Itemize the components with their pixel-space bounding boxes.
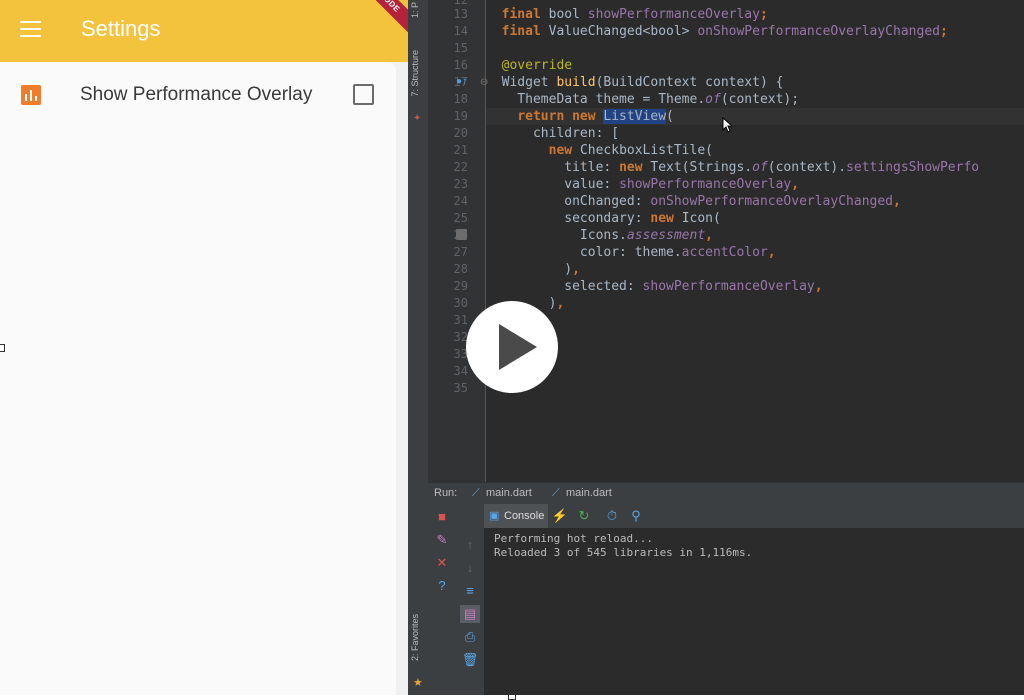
- line-number: 16: [453, 58, 468, 72]
- code-line: ThemeData theme = Theme.of(context);: [501, 92, 800, 107]
- code-line: color: theme.accentColor,: [501, 245, 776, 260]
- code-line: children: [: [501, 126, 620, 141]
- run-toolbar: ■ ✎ ✕ ?: [428, 504, 456, 695]
- menu-icon[interactable]: [20, 21, 41, 38]
- code-line: final bool showPerformanceOverlay;: [501, 7, 768, 22]
- console-icon: ▣: [489, 510, 500, 522]
- checkbox-list-tile[interactable]: Show Performance Overlay: [0, 72, 396, 118]
- line-number: 22: [453, 160, 468, 174]
- run-config-tab[interactable]: main.dart: [486, 487, 532, 499]
- performance-overlay-checkbox[interactable]: [353, 84, 374, 105]
- line-number: 35: [453, 381, 468, 395]
- line-number: 25: [453, 211, 468, 225]
- page-title: Settings: [81, 16, 161, 41]
- restart-icon[interactable]: ↻: [574, 507, 594, 525]
- line-number-gutter: 12 13 14 15 16 17 18 19 20 21 22 23 24 2…: [428, 0, 488, 485]
- code-line-current: return new ListView(: [486, 108, 1024, 125]
- line-number: 24: [453, 194, 468, 208]
- flutter-icon: ⟋: [472, 487, 480, 499]
- line-number: 19: [453, 109, 468, 123]
- soft-wrap-icon[interactable]: ≡: [460, 582, 480, 600]
- code-line: ),: [501, 262, 580, 277]
- code-line: onChanged: onShowPerformanceOverlayChang…: [501, 194, 901, 209]
- structure-tab[interactable]: 7: Structure: [410, 50, 420, 97]
- console-toolbar: ↑ ↓ ≡ ▤ ⎙ 🗑: [456, 504, 485, 695]
- pin-icon[interactable]: ✎: [432, 531, 452, 549]
- close-icon[interactable]: ✕: [432, 554, 452, 572]
- line-number: 23: [453, 177, 468, 191]
- tile-label: Show Performance Overlay: [80, 84, 313, 105]
- line-number: 32: [453, 330, 468, 344]
- code-line: title: new Text(Strings.of(context).sett…: [501, 160, 980, 175]
- up-arrow-icon[interactable]: ↑: [460, 536, 480, 554]
- project-tab[interactable]: 1: P: [410, 2, 420, 18]
- run-config-tab[interactable]: main.dart: [566, 487, 612, 499]
- flutter-icon: ⟋: [552, 487, 560, 499]
- stop-icon[interactable]: ■: [432, 508, 452, 526]
- scroll-to-end-icon[interactable]: ▤: [460, 605, 480, 623]
- code-line: final ValueChanged<bool> onShowPerforman…: [501, 24, 948, 39]
- debug-banner: MODE: [351, 0, 408, 40]
- play-button[interactable]: [466, 301, 558, 393]
- code-line: value: showPerformanceOverlay,: [501, 177, 800, 192]
- help-icon[interactable]: ?: [432, 577, 452, 595]
- line-number: 34: [453, 364, 468, 378]
- selected-text: ListView: [603, 109, 667, 124]
- line-number: 33: [453, 347, 468, 361]
- mouse-cursor-icon: [722, 117, 734, 133]
- line-number: 13: [453, 7, 468, 21]
- line-number: 15: [453, 41, 468, 55]
- line-number: 27: [453, 245, 468, 259]
- line-number: 18: [453, 92, 468, 106]
- settings-list: Show Performance Overlay: [0, 62, 396, 695]
- trash-icon[interactable]: 🗑: [460, 651, 480, 669]
- play-icon: [499, 324, 537, 370]
- line-number: 21: [453, 143, 468, 157]
- console-line: Performing hot reload...: [494, 532, 653, 545]
- run-label: Run:: [434, 487, 458, 499]
- console-tab-label: Console: [504, 510, 545, 522]
- console-tab-bar: ▣ Console ⚡ ↻ ⏱ ⚲: [484, 504, 1024, 528]
- assessment-gutter-icon: [456, 229, 467, 240]
- tool-window-strip: 1: P 7: Structure ✦ 2: Favorites ★: [408, 0, 429, 695]
- flutter-outline-icon[interactable]: ✦: [413, 113, 421, 124]
- code-line: @override: [501, 58, 573, 73]
- hot-reload-icon[interactable]: ⚡: [550, 507, 570, 525]
- line-number: 29: [453, 279, 468, 293]
- console-output: Performing hot reload... Reloaded 3 of 5…: [484, 528, 1024, 695]
- print-icon[interactable]: ⎙: [460, 628, 480, 646]
- flutter-app-preview: Settings MODE Show Performance Overlay: [0, 0, 408, 695]
- override-marker-icon[interactable]: ●↑: [456, 76, 467, 87]
- line-number: 30: [453, 296, 468, 310]
- code-line: selected: showPerformanceOverlay,: [501, 279, 823, 294]
- code-line: new CheckboxListTile(: [548, 143, 713, 158]
- line-number: 20: [453, 126, 468, 140]
- favorites-tab[interactable]: 2: Favorites: [410, 614, 420, 661]
- flutter-inspector-icon[interactable]: ⚲: [626, 507, 646, 525]
- down-arrow-icon[interactable]: ↓: [460, 559, 480, 577]
- code-line: Widget build(BuildContext context) {: [501, 75, 784, 90]
- code-editor[interactable]: final bool showPerformanceOverlay; final…: [486, 0, 1024, 485]
- star-icon[interactable]: ★: [413, 676, 423, 689]
- line-number: 28: [453, 262, 468, 276]
- code-line: secondary: new Icon(: [501, 211, 721, 226]
- timer-icon[interactable]: ⏱: [602, 507, 622, 525]
- code-line: Icons.assessment,: [501, 228, 713, 243]
- line-number: 14: [453, 24, 468, 38]
- console-line: Reloaded 3 of 545 libraries in 1,116ms.: [494, 546, 753, 559]
- console-tab[interactable]: ▣ Console: [484, 504, 548, 528]
- run-panel-header: Run: ⟋ main.dart ⟋ main.dart: [428, 482, 1024, 505]
- resize-handle: [0, 344, 5, 352]
- assessment-icon: [21, 85, 41, 105]
- line-number: 31: [453, 313, 468, 327]
- app-bar: Settings MODE: [0, 0, 408, 62]
